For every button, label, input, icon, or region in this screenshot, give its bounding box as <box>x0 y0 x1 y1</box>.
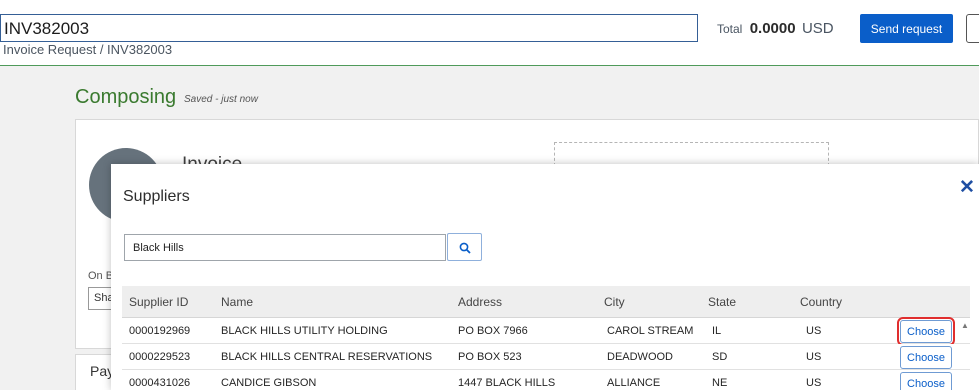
column-header-supplier-id: Supplier ID <box>129 295 189 309</box>
supplier-name: BLACK HILLS CENTRAL RESERVATIONS <box>221 351 433 363</box>
breadcrumb: Invoice Request / INV382003 <box>3 42 173 57</box>
supplier-city: CAROL STREAM <box>607 325 694 337</box>
supplier-id: 0000229523 <box>129 351 191 363</box>
table-row: 0000229523 BLACK HILLS CENTRAL RESERVATI… <box>122 344 970 370</box>
supplier-state: IL <box>712 325 722 337</box>
total-display: Total 0.0000 USD <box>717 20 834 37</box>
supplier-state: SD <box>712 351 728 363</box>
suppliers-dialog: Suppliers ✕ Supplier ID Name Address Cit… <box>111 164 979 390</box>
send-request-button[interactable]: Send request <box>860 14 953 43</box>
document-title: INV382003 <box>4 19 90 38</box>
table-row: 0000431026 CANDICE GIBSON 1447 BLACK HIL… <box>122 370 970 390</box>
supplier-country: US <box>806 325 822 337</box>
choose-button[interactable]: Choose <box>900 346 952 369</box>
search-button[interactable] <box>447 233 482 261</box>
on-behalf-label: On B <box>88 270 114 282</box>
supplier-address: 1447 BLACK HILLS <box>458 377 556 389</box>
scroll-up-icon[interactable]: ▲ <box>961 321 969 330</box>
column-header-address: Address <box>458 295 503 309</box>
document-title-field[interactable]: INV382003 <box>0 14 698 42</box>
table-header: Supplier ID Name Address City State Coun… <box>122 286 970 318</box>
supplier-name: BLACK HILLS UTILITY HOLDING <box>221 325 388 337</box>
supplier-search-input[interactable] <box>124 234 446 261</box>
supplier-country: US <box>806 377 822 389</box>
supplier-city: DEADWOOD <box>607 351 673 363</box>
supplier-address: PO BOX 7966 <box>458 325 528 337</box>
status-heading: Composing <box>75 86 177 108</box>
total-value: 0.0000 <box>749 20 796 37</box>
saved-status: Saved - just now <box>184 94 258 105</box>
supplier-country: US <box>806 351 822 363</box>
table-row: 0000192969 BLACK HILLS UTILITY HOLDING P… <box>122 317 970 346</box>
supplier-state: NE <box>712 377 728 389</box>
total-currency: USD <box>801 20 834 37</box>
choose-button[interactable]: Choose <box>900 372 952 390</box>
supplier-id: 0000192969 <box>129 325 191 337</box>
supplier-id: 0000431026 <box>129 377 191 389</box>
choose-button[interactable]: Choose <box>897 317 955 346</box>
column-header-state: State <box>708 295 737 309</box>
more-actions-button[interactable] <box>966 14 979 43</box>
search-icon <box>459 242 471 254</box>
total-label: Total <box>717 22 743 36</box>
suppliers-table: Supplier ID Name Address City State Coun… <box>122 286 970 390</box>
supplier-address: PO BOX 523 <box>458 351 522 363</box>
column-header-name: Name <box>221 295 254 309</box>
dialog-title: Suppliers <box>123 188 190 205</box>
top-header: INV382003 Total 0.0000 USD Send request … <box>0 0 979 66</box>
column-header-country: Country <box>800 295 843 309</box>
close-icon[interactable]: ✕ <box>959 176 975 199</box>
column-header-city: City <box>604 295 625 309</box>
supplier-city: ALLIANCE <box>607 377 661 389</box>
supplier-name: CANDICE GIBSON <box>221 377 317 389</box>
